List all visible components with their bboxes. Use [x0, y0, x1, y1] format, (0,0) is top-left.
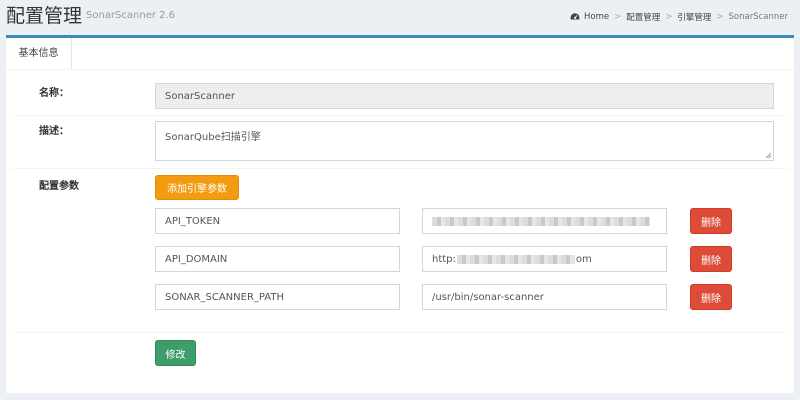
description-label: 描述： — [39, 126, 69, 137]
row-divider — [12, 115, 788, 116]
param-key-value: API_DOMAIN — [165, 253, 228, 265]
param-value-prefix: http: — [432, 253, 456, 265]
param-key-value: API_TOKEN — [165, 215, 221, 227]
param-value-field[interactable]: /usr/bin/sonar-scanner — [422, 284, 667, 310]
tab-bar: 基本信息 — [6, 38, 794, 70]
breadcrumb-engine-link[interactable]: 引擎管理 — [677, 11, 711, 23]
page-subtitle: SonarScanner 2.6 — [86, 10, 176, 21]
masked-domain-value — [456, 254, 575, 264]
row-divider — [12, 332, 788, 333]
breadcrumb-separator: > — [614, 12, 622, 22]
name-field[interactable]: SonarScanner — [155, 83, 774, 109]
tab-basic-info[interactable]: 基本信息 — [6, 38, 72, 69]
param-key-field[interactable]: SONAR_SCANNER_PATH — [155, 284, 400, 310]
param-key-field[interactable]: API_TOKEN — [155, 208, 400, 234]
name-field-value: SonarScanner — [165, 90, 235, 102]
masked-token-value — [432, 216, 650, 226]
delete-param-button[interactable]: 删除 — [690, 246, 732, 272]
breadcrumb-home-link[interactable]: Home — [584, 12, 609, 22]
description-value: SonarQube扫描引擎 — [165, 132, 261, 143]
param-key-value: SONAR_SCANNER_PATH — [165, 291, 284, 303]
config-card: 基本信息 名称： SonarScanner 描述： SonarQube扫描引擎 … — [6, 35, 794, 393]
param-value-suffix: om — [575, 253, 592, 265]
page-header: 配置管理 SonarScanner 2.6 Home > 配置管理 > 引擎管理… — [0, 0, 800, 34]
resize-handle-icon[interactable] — [765, 152, 772, 159]
param-value-field[interactable] — [422, 208, 667, 234]
params-label: 配置参数 — [39, 181, 79, 192]
breadcrumb: Home > 配置管理 > 引擎管理 > SonarScanner — [570, 11, 788, 23]
param-value-field[interactable]: http: om — [422, 246, 667, 272]
delete-param-button[interactable]: 删除 — [690, 208, 732, 234]
name-label: 名称： — [39, 88, 69, 99]
param-key-field[interactable]: API_DOMAIN — [155, 246, 400, 272]
add-param-button[interactable]: 添加引擎参数 — [155, 175, 239, 200]
breadcrumb-config-link[interactable]: 配置管理 — [626, 11, 660, 23]
dashboard-icon — [570, 13, 580, 20]
breadcrumb-separator: > — [665, 12, 673, 22]
delete-param-button[interactable]: 删除 — [690, 284, 732, 310]
breadcrumb-current: SonarScanner — [728, 12, 788, 22]
breadcrumb-separator: > — [716, 12, 724, 22]
row-divider — [12, 168, 788, 169]
description-textarea[interactable]: SonarQube扫描引擎 — [155, 121, 774, 161]
submit-button[interactable]: 修改 — [155, 340, 196, 366]
page-title: 配置管理 — [6, 5, 83, 27]
param-value-text: /usr/bin/sonar-scanner — [432, 291, 544, 303]
